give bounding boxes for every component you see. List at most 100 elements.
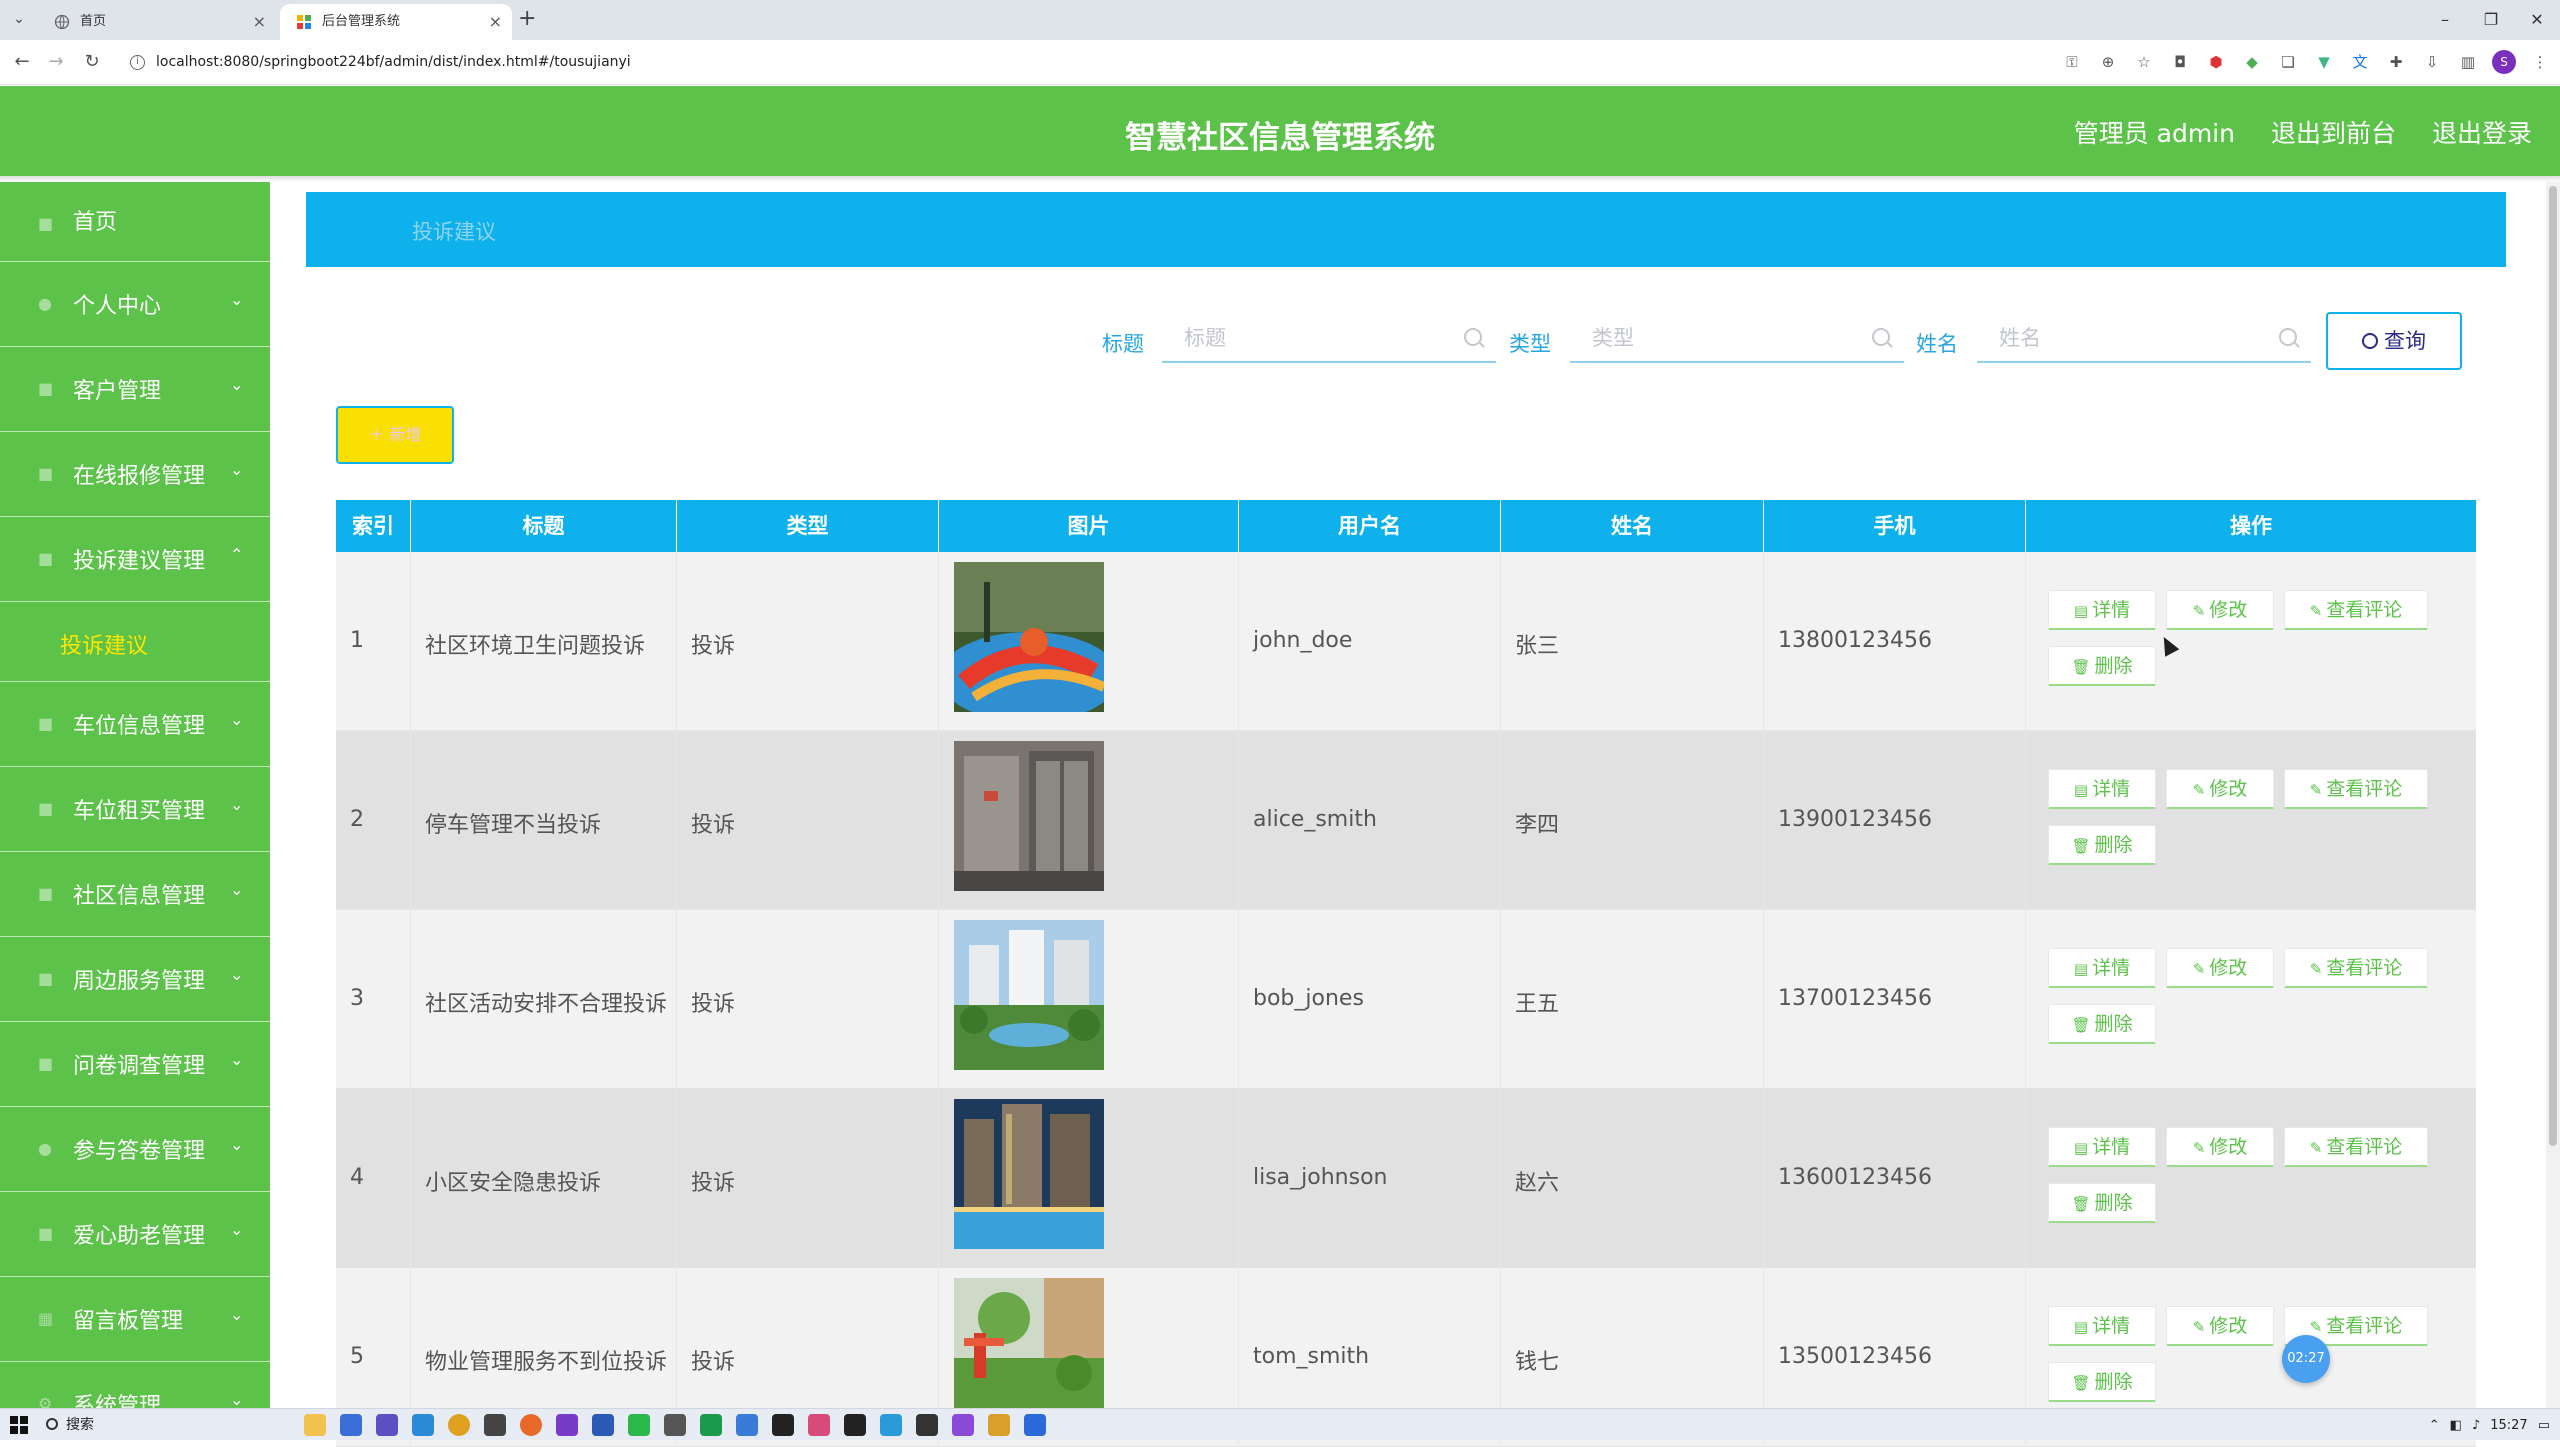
- sidebar-item-repair[interactable]: ■ 在线报修管理 ⌄: [0, 432, 270, 517]
- sidebar-item-message-board[interactable]: ▦ 留言板管理 ⌄: [0, 1277, 270, 1362]
- sidebar-item-home[interactable]: ■ 首页: [0, 182, 270, 262]
- notification-icon[interactable]: ▭: [2538, 1418, 2550, 1433]
- delete-button[interactable]: 🗑 删除: [2048, 825, 2156, 865]
- thumbnail-image[interactable]: [954, 562, 1104, 712]
- query-button[interactable]: 查询: [2326, 312, 2462, 370]
- edit-button[interactable]: ✎ 修改: [2166, 590, 2274, 630]
- tab-search-icon[interactable]: ⌄: [8, 8, 30, 30]
- detail-button[interactable]: ▤ 详情: [2048, 1306, 2156, 1346]
- delete-button[interactable]: 🗑 删除: [2048, 646, 2156, 686]
- detail-button[interactable]: ▤ 详情: [2048, 769, 2156, 809]
- app-icon[interactable]: [376, 1414, 398, 1436]
- thumbnail-image[interactable]: [954, 920, 1104, 1070]
- vue-devtools-icon[interactable]: ▼: [2312, 50, 2336, 74]
- detail-button[interactable]: ▤ 详情: [2048, 948, 2156, 988]
- sidebar-item-nearby-services[interactable]: ■ 周边服务管理 ⌄: [0, 937, 270, 1022]
- view-comments-button[interactable]: ✎ 查看评论: [2284, 590, 2428, 630]
- title-search-field[interactable]: [1162, 314, 1496, 361]
- firefox-icon[interactable]: [520, 1414, 542, 1436]
- delete-button[interactable]: 🗑 删除: [2048, 1183, 2156, 1223]
- app-icon[interactable]: [772, 1414, 794, 1436]
- view-comments-button[interactable]: ✎ 查看评论: [2284, 1127, 2428, 1167]
- file-explorer-icon[interactable]: [304, 1414, 326, 1436]
- type-search-input[interactable]: [1570, 314, 1904, 363]
- download-icon[interactable]: ⇩: [2420, 50, 2444, 74]
- edit-button[interactable]: ✎ 修改: [2166, 769, 2274, 809]
- sidebar-item-answers[interactable]: ● 参与答卷管理 ⌄: [0, 1107, 270, 1192]
- edit-button[interactable]: ✎ 修改: [2166, 948, 2274, 988]
- sidebar-item-personal-center[interactable]: ● 个人中心 ⌄: [0, 262, 270, 347]
- type-search-field[interactable]: [1570, 314, 1904, 361]
- window-close-icon[interactable]: ✕: [2514, 0, 2560, 40]
- app-icon[interactable]: [844, 1414, 866, 1436]
- floating-timer-badge[interactable]: 02:27: [2282, 1335, 2330, 1383]
- sidebar-item-parking-info[interactable]: ■ 车位信息管理 ⌄: [0, 682, 270, 767]
- translate-icon[interactable]: 文: [2348, 50, 2372, 74]
- sidebar-item-elderly-care[interactable]: ■ 爱心助老管理 ⌄: [0, 1192, 270, 1277]
- volume-icon[interactable]: ♪: [2472, 1418, 2480, 1433]
- back-to-front-link[interactable]: 退出到前台: [2271, 114, 2396, 150]
- view-comments-button[interactable]: ✎ 查看评论: [2284, 769, 2428, 809]
- detail-button[interactable]: ▤ 详情: [2048, 590, 2156, 630]
- browser-tab-admin[interactable]: 后台管理系统 ×: [280, 4, 512, 40]
- new-tab-icon[interactable]: +: [518, 6, 536, 31]
- thumbnail-image[interactable]: [954, 1278, 1104, 1428]
- view-comments-button[interactable]: ✎ 查看评论: [2284, 948, 2428, 988]
- app-icon[interactable]: [664, 1414, 686, 1436]
- reload-icon[interactable]: ↻: [80, 50, 104, 74]
- sidebar-item-community-info[interactable]: ■ 社区信息管理 ⌄: [0, 852, 270, 937]
- app-icon[interactable]: [916, 1414, 938, 1436]
- tray-chevron-icon[interactable]: ⌃: [2429, 1418, 2440, 1433]
- delete-button[interactable]: 🗑 删除: [2048, 1004, 2156, 1044]
- close-icon[interactable]: ×: [489, 4, 502, 40]
- logout-link[interactable]: 退出登录: [2432, 114, 2532, 150]
- windows-start-icon[interactable]: [10, 1416, 28, 1434]
- back-icon[interactable]: ←: [10, 50, 34, 74]
- copy-icon[interactable]: ❏: [2276, 50, 2300, 74]
- extension-icon[interactable]: ◆: [2240, 50, 2264, 74]
- sidebar-item-customer[interactable]: ■ 客户管理 ⌄: [0, 347, 270, 432]
- app-icon[interactable]: [808, 1414, 830, 1436]
- app-icon[interactable]: [340, 1414, 362, 1436]
- zoom-icon[interactable]: ⊕: [2096, 50, 2120, 74]
- app-icon[interactable]: [556, 1414, 578, 1436]
- puzzle-icon[interactable]: ✚: [2384, 50, 2408, 74]
- restore-icon[interactable]: ❐: [2468, 0, 2514, 40]
- camera-icon[interactable]: ◘: [2168, 50, 2192, 74]
- password-key-icon[interactable]: ⚿: [2060, 50, 2084, 74]
- app-icon[interactable]: [988, 1414, 1010, 1436]
- app-icon[interactable]: [736, 1414, 758, 1436]
- more-menu-icon[interactable]: ⋮: [2528, 50, 2552, 74]
- scrollbar-thumb[interactable]: [2549, 186, 2557, 1146]
- detail-button[interactable]: ▤ 详情: [2048, 1127, 2156, 1167]
- sidebar-item-system[interactable]: ⚙ 系统管理 ⌄: [0, 1362, 270, 1408]
- browser-tab-home[interactable]: 首页 ×: [38, 4, 276, 40]
- app-icon[interactable]: [880, 1414, 902, 1436]
- close-icon[interactable]: ×: [253, 4, 266, 40]
- bookmark-star-icon[interactable]: ☆: [2132, 50, 2156, 74]
- app-icon[interactable]: [952, 1414, 974, 1436]
- app-icon[interactable]: [592, 1414, 614, 1436]
- app-icon[interactable]: [412, 1414, 434, 1436]
- sidebar-item-survey[interactable]: ■ 问卷调查管理 ⌄: [0, 1022, 270, 1107]
- forward-icon[interactable]: →: [44, 50, 68, 74]
- page-scrollbar[interactable]: [2546, 182, 2560, 1408]
- name-search-input[interactable]: [1977, 314, 2311, 363]
- chrome-icon[interactable]: [448, 1414, 470, 1436]
- shield-icon[interactable]: ⬢: [2204, 50, 2228, 74]
- add-button[interactable]: ＋ 新增: [336, 406, 454, 464]
- edit-button[interactable]: ✎ 修改: [2166, 1127, 2274, 1167]
- title-search-input[interactable]: [1162, 314, 1496, 363]
- app-icon[interactable]: [1024, 1414, 1046, 1436]
- avatar[interactable]: S: [2492, 50, 2516, 74]
- network-icon[interactable]: ◧: [2450, 1418, 2462, 1433]
- url-input[interactable]: i localhost:8080/springboot224bf/admin/d…: [120, 47, 2080, 78]
- sidebar-subitem-complaints[interactable]: 投诉建议: [0, 602, 270, 682]
- wechat-icon[interactable]: [628, 1414, 650, 1436]
- site-info-icon[interactable]: i: [130, 55, 145, 70]
- name-search-field[interactable]: [1977, 314, 2311, 361]
- delete-button[interactable]: 🗑 删除: [2048, 1362, 2156, 1402]
- app-icon[interactable]: [484, 1414, 506, 1436]
- clock[interactable]: 15:27: [2490, 1418, 2527, 1433]
- thumbnail-image[interactable]: [954, 741, 1104, 891]
